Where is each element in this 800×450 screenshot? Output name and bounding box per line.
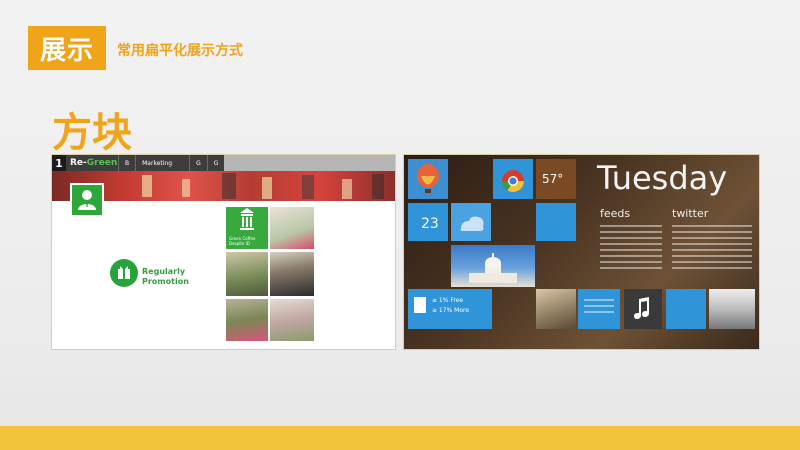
twitter-heading: twitter [672, 207, 709, 220]
list-line-2: ≥ 17% More [432, 307, 470, 314]
site-nav-bar: 1 Re- Green B Marketing G G [52, 155, 395, 171]
nav-brand-prefix: Re- [70, 158, 87, 168]
nav-brand: Re- Green [66, 155, 118, 171]
news-tile[interactable] [709, 289, 755, 329]
store-list-tile[interactable]: ≥ 1% Free ≥ 17% More [408, 289, 492, 329]
feeds-text-lines [600, 225, 662, 273]
flower-photo-3[interactable] [226, 299, 268, 341]
document-icon [414, 297, 426, 313]
nav-item-g[interactable]: G [189, 155, 207, 171]
footer-bar [0, 426, 800, 450]
coffee-tile-caption: Green Coffee Despite ID [229, 236, 256, 246]
music-tile[interactable] [624, 289, 662, 329]
nav-item-marketing[interactable]: Marketing [135, 155, 189, 171]
nav-brand-suffix: Green [86, 158, 118, 168]
section-title: 方块 [52, 110, 132, 156]
promotion-label-line2: Promotion [142, 277, 189, 286]
person-icon [78, 190, 96, 210]
profile-tile[interactable] [70, 183, 104, 217]
weather-photo-tile[interactable] [451, 203, 491, 241]
header-badge-label: 展示 [39, 35, 94, 66]
temperature-tile[interactable]: 57° [536, 159, 576, 199]
promotion-icon[interactable] [110, 259, 138, 287]
flower-photo-2[interactable] [226, 252, 268, 296]
twitter-text-lines [672, 225, 752, 273]
music-note-icon [634, 297, 649, 319]
metro-start-screenshot: 23 57° ≥ 1% Free ≥ 17% More Tuesday feed… [403, 154, 760, 350]
building-icon [240, 208, 254, 230]
people-tile[interactable] [536, 203, 576, 241]
chrome-icon [502, 170, 524, 192]
mail-tile[interactable] [578, 289, 620, 329]
balloon-tile[interactable] [408, 159, 448, 199]
mail-preview-lines [584, 299, 614, 317]
list-line-1: ≥ 1% Free [432, 297, 464, 304]
settings-tile[interactable] [666, 289, 706, 329]
balloon-icon [417, 164, 439, 193]
nav-filler [224, 155, 395, 171]
cloud-icon [460, 216, 484, 231]
promotion-label-line1: Regularly [142, 267, 186, 276]
calendar-tile[interactable]: 23 [408, 203, 448, 241]
calendar-number: 23 [421, 216, 439, 232]
capitol-photo-tile[interactable] [451, 245, 535, 287]
website-screenshot: 1 Re- Green B Marketing G G Regularly Pr… [51, 154, 396, 350]
photo-tile[interactable] [536, 289, 576, 329]
nav-item-g2[interactable]: G [206, 155, 225, 171]
promotion-label: Regularly Promotion [142, 267, 189, 287]
capitol-building-image [469, 253, 517, 283]
coffee-tile[interactable]: Green Coffee Despite ID [226, 207, 268, 249]
gift-icon [118, 266, 130, 279]
nav-item-b[interactable]: B [118, 155, 135, 171]
day-heading: Tuesday [597, 159, 728, 197]
feeds-heading: feeds [600, 207, 631, 220]
header-badge: 展示 [28, 26, 106, 70]
chrome-tile[interactable] [493, 159, 533, 199]
portrait-photo[interactable] [270, 252, 314, 296]
flower-photo-4[interactable] [270, 299, 314, 341]
temperature-label: 57° [542, 172, 564, 186]
header-subtitle: 常用扁平化展示方式 [117, 43, 243, 59]
nav-number: 1 [52, 155, 66, 171]
flower-photo-1[interactable] [270, 207, 314, 249]
